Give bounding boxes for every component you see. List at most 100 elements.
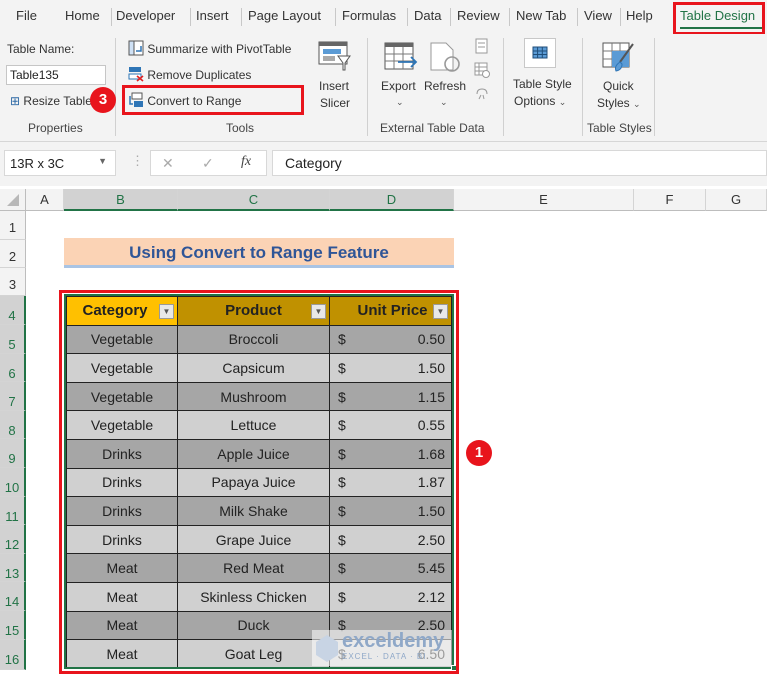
cancel-icon[interactable]: ✕ — [162, 155, 174, 172]
cell-category[interactable]: Drinks — [66, 467, 178, 498]
formula-input[interactable]: Category — [272, 150, 767, 176]
tab-developer[interactable]: Developer — [116, 8, 175, 23]
column-header-e[interactable]: E — [454, 189, 634, 211]
table-style-options-button[interactable] — [524, 38, 556, 68]
cell-category[interactable]: Meat — [66, 639, 178, 669]
properties-small-button[interactable] — [474, 38, 490, 57]
filter-dropdown-icon[interactable]: ▼ — [311, 304, 326, 319]
row-header-1[interactable]: 1 — [0, 211, 26, 240]
column-header-b[interactable]: B — [64, 189, 178, 211]
summarize-pivottable-button[interactable]: Summarize with PivotTable — [128, 40, 291, 56]
tab-insert[interactable]: Insert — [196, 8, 229, 23]
row-header-6[interactable]: 6 — [0, 353, 26, 383]
cell-price[interactable]: $1.50 — [329, 496, 452, 526]
row-header-2[interactable]: 2 — [0, 240, 26, 268]
open-in-browser-button[interactable] — [474, 62, 490, 81]
tab-help[interactable]: Help — [626, 8, 653, 23]
filter-dropdown-icon[interactable]: ▼ — [159, 304, 174, 319]
tab-home[interactable]: Home — [65, 8, 100, 23]
row-header-7[interactable]: 7 — [0, 382, 26, 411]
header-unit-price[interactable]: Unit Price ▼ — [329, 296, 452, 326]
cell-price[interactable]: $5.45 — [329, 553, 452, 583]
select-all-corner[interactable] — [0, 189, 26, 211]
header-product[interactable]: Product ▼ — [177, 296, 330, 326]
table-name-label: Table Name: — [7, 42, 75, 56]
tab-new-tab[interactable]: New Tab — [516, 8, 566, 23]
insert-function-icon[interactable]: fx — [241, 154, 251, 170]
tab-review[interactable]: Review — [457, 8, 500, 23]
row-header-4[interactable]: 4 — [0, 296, 26, 325]
cell-price[interactable]: $0.55 — [329, 410, 452, 440]
cell-product[interactable]: Mushroom — [177, 381, 330, 412]
row-header-3[interactable]: 3 — [0, 268, 26, 296]
convert-to-range-button[interactable]: Convert to Range — [128, 92, 241, 108]
name-box-dropdown-icon[interactable]: ▼ — [98, 156, 107, 166]
column-header-c[interactable]: C — [178, 189, 330, 211]
group-label-external-table-data: External Table Data — [380, 121, 485, 135]
cell-product[interactable]: Papaya Juice — [177, 467, 330, 498]
cell-price[interactable]: $2.50 — [329, 524, 452, 555]
row-header-14[interactable]: 14 — [0, 582, 26, 611]
cell-price[interactable]: $1.50 — [329, 353, 452, 383]
cell-product[interactable]: Apple Juice — [177, 438, 330, 469]
row-header-16[interactable]: 16 — [0, 639, 26, 670]
tab-formulas[interactable]: Formulas — [342, 8, 396, 23]
filter-dropdown-icon[interactable]: ▼ — [433, 304, 448, 319]
row-header-13[interactable]: 13 — [0, 553, 26, 583]
column-header-g[interactable]: G — [706, 189, 767, 211]
export-button[interactable] — [384, 40, 418, 77]
column-header-f[interactable]: F — [634, 189, 706, 211]
refresh-button[interactable] — [428, 40, 462, 77]
row-header-5[interactable]: 5 — [0, 325, 26, 354]
cell-category[interactable]: Drinks — [66, 496, 178, 526]
header-category[interactable]: Category ▼ — [66, 296, 178, 326]
cell-product[interactable]: Lettuce — [177, 410, 330, 440]
cell-category[interactable]: Meat — [66, 610, 178, 641]
group-separator — [367, 38, 368, 136]
cell-price[interactable]: $1.87 — [329, 467, 452, 498]
tab-data[interactable]: Data — [414, 8, 441, 23]
cell-product[interactable]: Grape Juice — [177, 524, 330, 555]
remove-duplicates-button[interactable]: Remove Duplicates — [128, 66, 251, 82]
tab-table-design[interactable]: Table Design — [680, 8, 755, 23]
row-header-15[interactable]: 15 — [0, 611, 26, 640]
row-header-12[interactable]: 12 — [0, 525, 26, 554]
cell-product[interactable]: Goat Leg — [177, 639, 330, 669]
column-header-a[interactable]: A — [26, 189, 64, 211]
row-header-9[interactable]: 9 — [0, 439, 26, 468]
cell-product[interactable]: Duck — [177, 610, 330, 641]
tab-page-layout[interactable]: Page Layout — [248, 8, 321, 23]
cell-product[interactable]: Skinless Chicken — [177, 581, 330, 612]
cell-price[interactable]: $2.12 — [329, 581, 452, 612]
cell-price[interactable]: $1.68 — [329, 438, 452, 469]
name-box[interactable]: 13R x 3C ▼ — [4, 150, 116, 176]
cell-product[interactable]: Broccoli — [177, 324, 330, 355]
cell-category[interactable]: Drinks — [66, 438, 178, 469]
cell-product[interactable]: Capsicum — [177, 353, 330, 383]
cell-category[interactable]: Vegetable — [66, 410, 178, 440]
cell-category[interactable]: Vegetable — [66, 381, 178, 412]
cell-category[interactable]: Drinks — [66, 524, 178, 555]
table-name-input[interactable]: Table135 — [6, 65, 106, 85]
tab-view[interactable]: View — [584, 8, 612, 23]
quick-styles-button[interactable] — [602, 40, 636, 77]
cell-product[interactable]: Red Meat — [177, 553, 330, 583]
enter-icon[interactable]: ✓ — [202, 155, 214, 172]
tab-file[interactable]: File — [16, 8, 37, 23]
row-header-8[interactable]: 8 — [0, 410, 26, 440]
resize-table-button[interactable]: ⊞ Resize Table — [10, 94, 92, 108]
cell-category[interactable]: Meat — [66, 553, 178, 583]
column-header-d[interactable]: D — [330, 189, 454, 211]
unlink-button[interactable] — [474, 86, 490, 105]
cell-price[interactable]: $0.50 — [329, 324, 452, 355]
cell-product[interactable]: Milk Shake — [177, 496, 330, 526]
cell-category[interactable]: Vegetable — [66, 324, 178, 355]
step-badge-3: 3 — [90, 87, 116, 113]
cell-price[interactable]: $1.15 — [329, 381, 452, 412]
insert-slicer-button[interactable] — [318, 40, 352, 75]
row-header-11[interactable]: 11 — [0, 496, 26, 526]
sheet-title-cell[interactable]: Using Convert to Range Feature — [64, 238, 454, 268]
cell-category[interactable]: Vegetable — [66, 353, 178, 383]
row-header-10[interactable]: 10 — [0, 468, 26, 497]
cell-category[interactable]: Meat — [66, 581, 178, 612]
